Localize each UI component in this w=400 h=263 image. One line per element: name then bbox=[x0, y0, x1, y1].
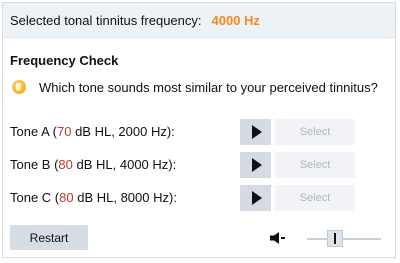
question-text: Which tone sounds most similar to your p… bbox=[39, 79, 378, 95]
hand-icon bbox=[12, 80, 26, 94]
volume-slider-thumb[interactable] bbox=[327, 230, 343, 247]
header-bar: Selected tonal tinnitus frequency: 4000 … bbox=[3, 3, 395, 38]
tone-b-level: 80 bbox=[58, 157, 73, 172]
tone-b-play-button[interactable] bbox=[240, 152, 271, 178]
tone-c-play-button[interactable] bbox=[240, 185, 271, 211]
tone-a-select-button[interactable]: Select bbox=[275, 119, 355, 145]
play-icon bbox=[251, 191, 262, 205]
tone-c-select-button[interactable]: Select bbox=[275, 185, 355, 211]
tone-a-label: Tone A (70 dB HL, 2000 Hz): bbox=[10, 124, 175, 139]
volume-slider[interactable] bbox=[307, 229, 381, 249]
section-title: Frequency Check bbox=[10, 53, 119, 68]
tone-b-label: Tone B (80 dB HL, 4000 Hz): bbox=[10, 157, 177, 172]
tone-c-level: 80 bbox=[59, 190, 74, 205]
tone-a-level: 70 bbox=[56, 124, 72, 139]
tone-b-select-button[interactable]: Select bbox=[275, 152, 355, 178]
tone-row-a: Tone A (70 dB HL, 2000 Hz): Select bbox=[3, 119, 395, 145]
frequency-label: Selected tonal tinnitus frequency: bbox=[10, 12, 202, 28]
speaker-icon[interactable] bbox=[269, 231, 287, 245]
question-row: Which tone sounds most similar to your p… bbox=[12, 77, 378, 97]
volume-slider-track[interactable] bbox=[307, 238, 381, 240]
tone-row-b: Tone B (80 dB HL, 4000 Hz): Select bbox=[3, 152, 395, 178]
tone-a-play-button[interactable] bbox=[240, 119, 271, 145]
restart-button[interactable]: Restart bbox=[10, 225, 88, 250]
selected-frequency: 4000 Hz bbox=[211, 12, 260, 28]
frequency-check-panel: Selected tonal tinnitus frequency: 4000 … bbox=[2, 2, 396, 258]
tone-row-c: Tone C (80 dB HL, 8000 Hz): Select bbox=[3, 185, 395, 211]
play-icon bbox=[251, 158, 262, 172]
tone-c-label: Tone C (80 dB HL, 8000 Hz): bbox=[10, 190, 177, 205]
play-icon bbox=[251, 125, 262, 139]
